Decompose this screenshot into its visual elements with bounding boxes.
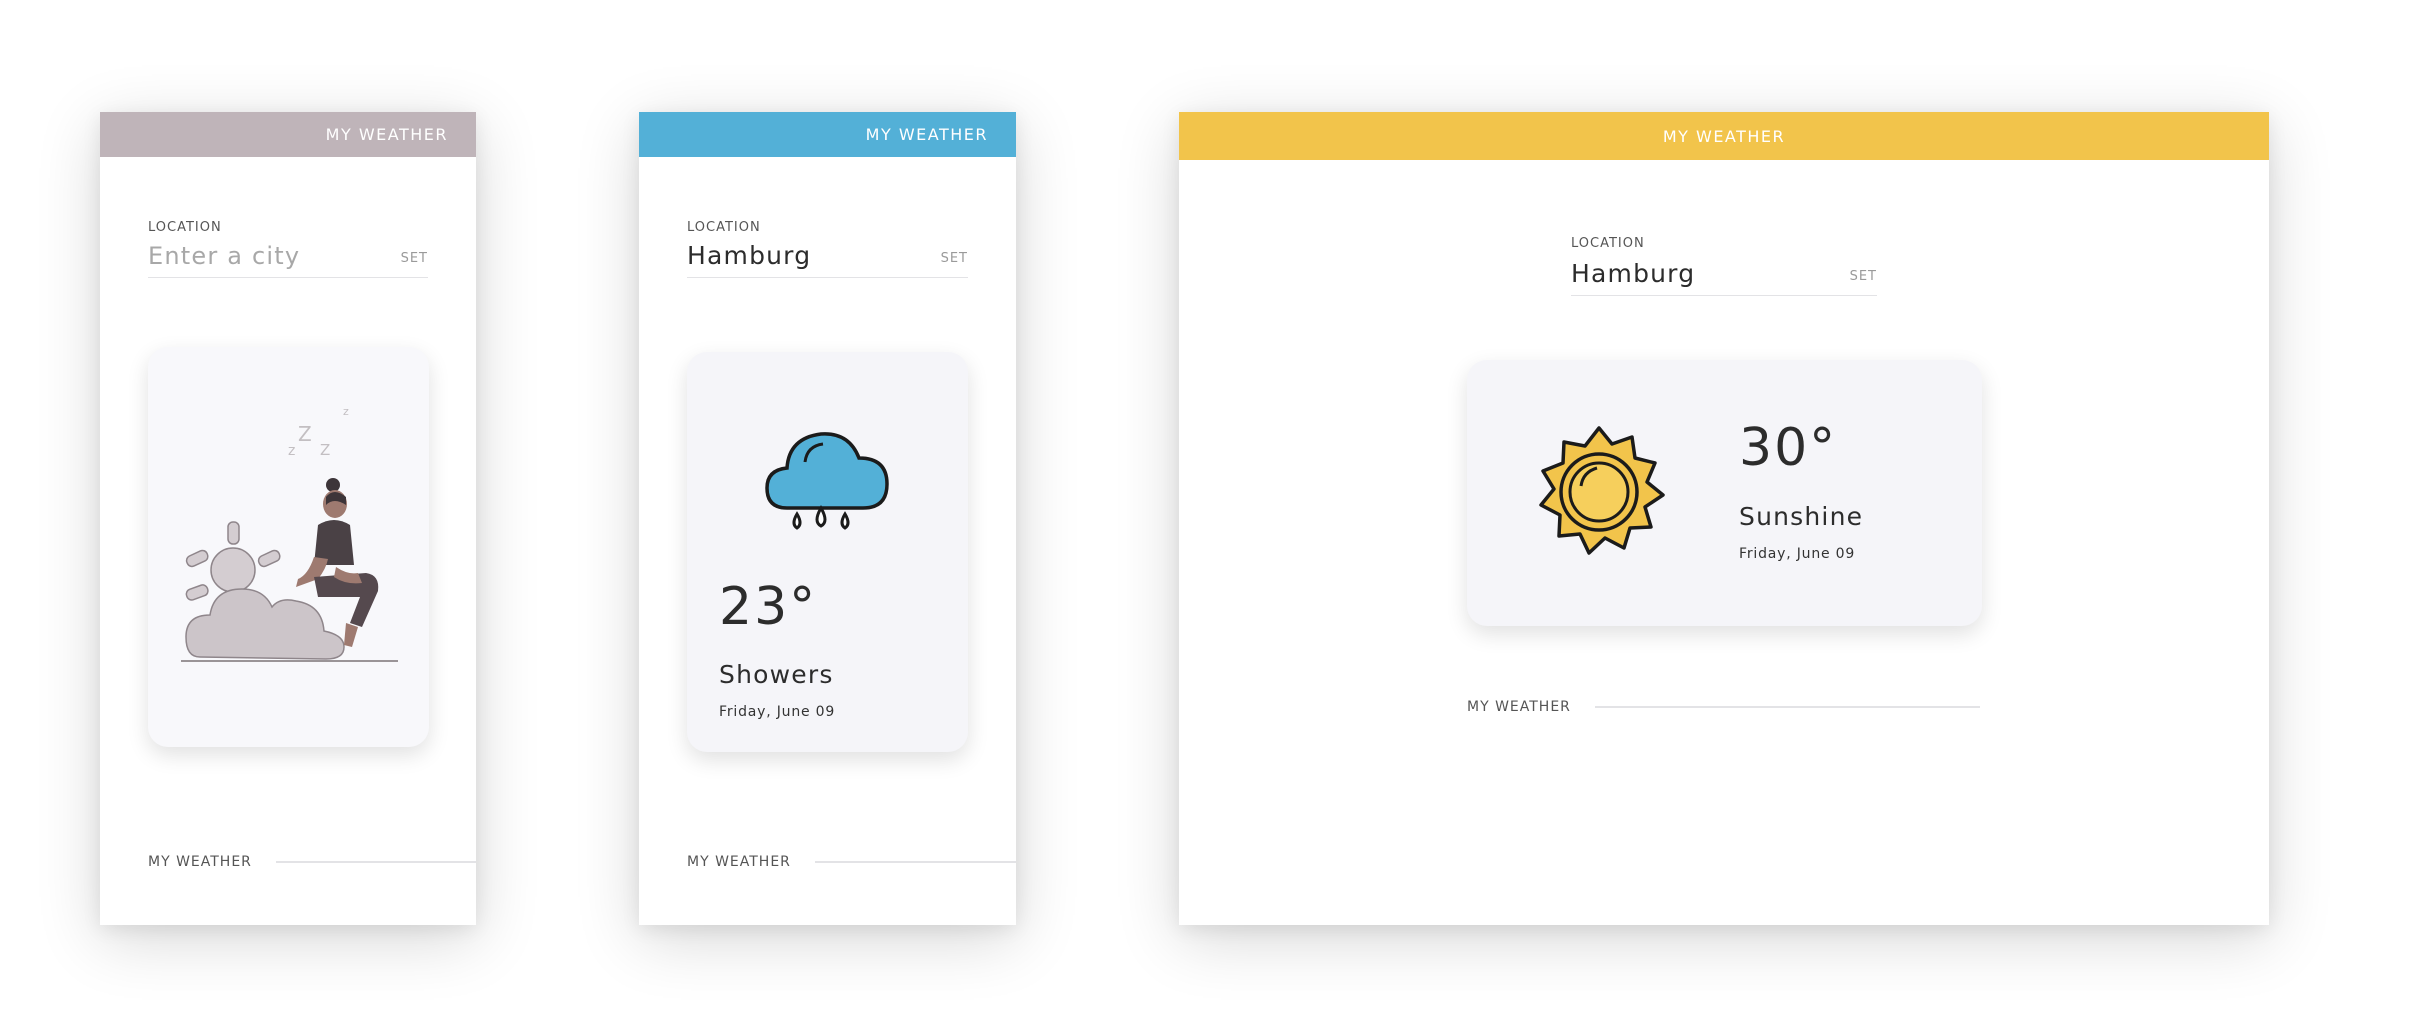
footer-label: MY WEATHER — [687, 854, 791, 870]
app-title: MY WEATHER — [325, 125, 448, 144]
footer-divider — [1594, 706, 1980, 708]
location-input[interactable]: Hamburg SET — [1571, 259, 1877, 296]
sleep-glyph: z — [343, 405, 349, 418]
location-input[interactable]: Hamburg SET — [687, 241, 968, 278]
footer-label: MY WEATHER — [148, 854, 252, 870]
location-label: LOCATION — [687, 220, 761, 235]
temperature: 23° — [719, 577, 818, 637]
sleeping-person-on-cloud-illustration: Z Z z z — [181, 405, 398, 662]
app-header: MY WEATHER — [639, 112, 1016, 157]
temperature: 30° — [1739, 418, 1838, 478]
footer-label: MY WEATHER — [1467, 699, 1571, 715]
set-button[interactable]: SET — [401, 251, 428, 266]
app-title: MY WEATHER — [1662, 126, 1786, 146]
forecast-date: Friday, June 09 — [719, 704, 836, 720]
footer: MY WEATHER — [687, 854, 1016, 870]
location-label: LOCATION — [1571, 236, 1645, 251]
app-title: MY WEATHER — [865, 125, 988, 144]
set-button[interactable]: SET — [941, 251, 968, 266]
illustration-card: Z Z z z — [148, 347, 429, 747]
footer-divider — [275, 861, 476, 863]
set-button[interactable]: SET — [1850, 269, 1877, 284]
forecast-date: Friday, June 09 — [1739, 546, 1856, 562]
weather-card: 23° Showers Friday, June 09 — [687, 352, 968, 752]
cloud-icon — [185, 588, 345, 660]
footer: MY WEATHER — [1467, 699, 1980, 715]
app-header: MY WEATHER — [1179, 112, 2269, 160]
desktop-screen-sunshine: MY WEATHER LOCATION Hamburg SET 30° Suns… — [1179, 112, 2269, 925]
weather-condition: Showers — [719, 660, 834, 689]
mobile-screen-empty-state: MY WEATHER LOCATION Enter a city SET Z Z… — [100, 112, 476, 925]
app-header: MY WEATHER — [100, 112, 476, 157]
city-input-value[interactable]: Hamburg — [687, 241, 811, 270]
city-input-placeholder[interactable]: Enter a city — [148, 242, 300, 270]
footer-divider — [814, 861, 1016, 863]
weather-card: 30° Sunshine Friday, June 09 — [1467, 360, 1982, 626]
city-input-value[interactable]: Hamburg — [1571, 259, 1695, 288]
location-input[interactable]: Enter a city SET — [148, 242, 428, 278]
sleep-glyph: Z — [320, 441, 330, 459]
sleep-glyph: z — [288, 443, 295, 459]
sleep-glyph: Z — [298, 422, 312, 446]
rain-cloud-icon — [765, 432, 889, 530]
mobile-screen-showers: MY WEATHER LOCATION Hamburg SET 23° Show… — [639, 112, 1016, 925]
sun-icon — [1539, 426, 1665, 555]
footer: MY WEATHER — [148, 854, 476, 870]
weather-condition: Sunshine — [1739, 502, 1864, 531]
location-label: LOCATION — [148, 220, 222, 235]
